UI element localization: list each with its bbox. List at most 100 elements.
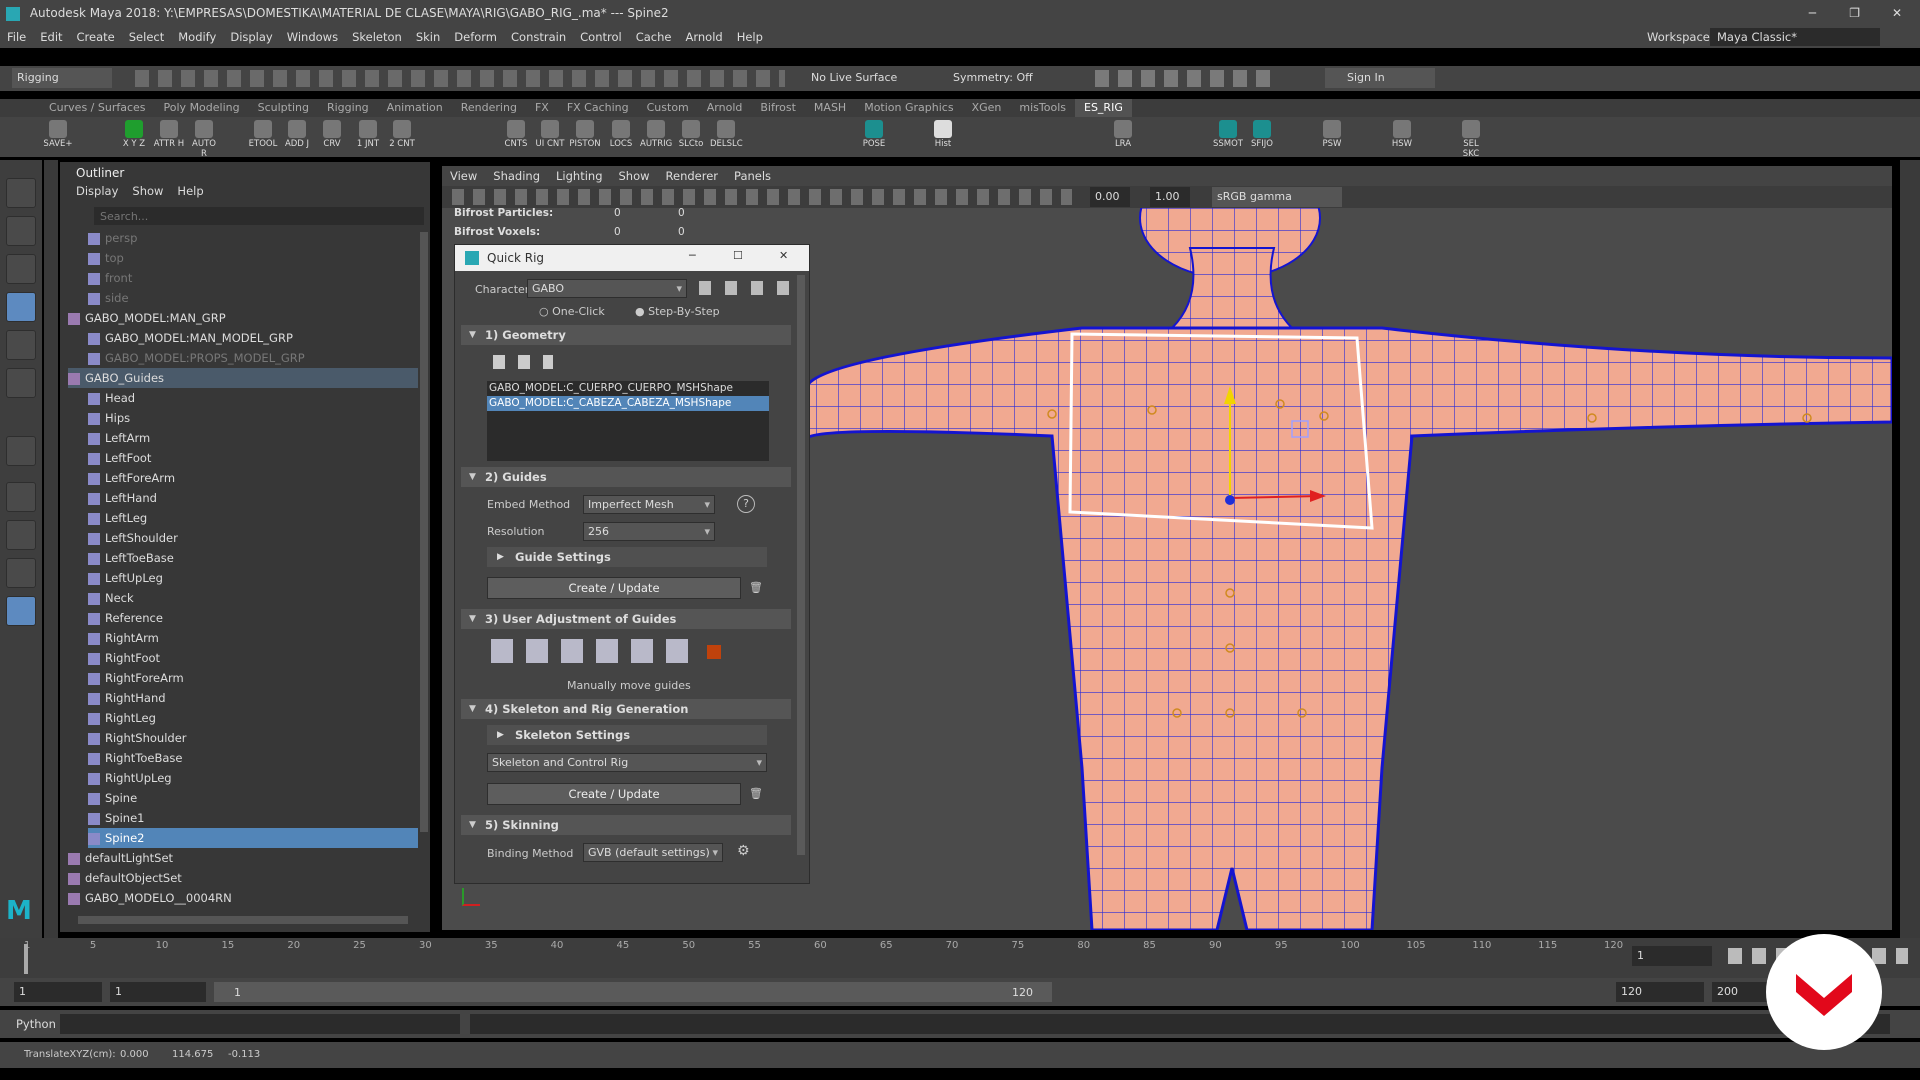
layout-four-icon[interactable] xyxy=(6,520,36,550)
tool-settings-strip[interactable] xyxy=(44,160,58,940)
shelf-button[interactable]: SSMOT xyxy=(1212,119,1244,155)
resolution-select[interactable]: 256 xyxy=(583,522,715,541)
shelf-button[interactable]: 1 JNT xyxy=(352,119,384,155)
menu-cache[interactable]: Cache xyxy=(629,26,679,48)
shelf-button[interactable]: AUTRIG xyxy=(640,119,672,155)
shelf-tab[interactable]: Arnold xyxy=(698,99,752,117)
section-user-adjustment[interactable]: 3) User Adjustment of Guides xyxy=(461,609,791,629)
outliner-row[interactable]: Neck xyxy=(88,588,418,608)
maximize-button[interactable]: ❐ xyxy=(1849,0,1860,26)
create-update-guides-button[interactable]: Create / Update xyxy=(487,577,741,599)
delete-guides-icon[interactable]: 🗑 xyxy=(749,581,763,594)
outliner-row[interactable]: Reference xyxy=(88,608,418,628)
current-frame-marker[interactable] xyxy=(24,944,28,974)
geometry-list[interactable]: GABO_MODEL:C_CUERPO_CUERPO_MSHShape GABO… xyxy=(487,381,769,461)
scale-tool-icon[interactable] xyxy=(6,368,36,398)
outliner-row[interactable]: GABO_MODELO__0004RN xyxy=(68,888,418,908)
guide-settings-expander[interactable]: Guide Settings xyxy=(487,547,767,567)
shelf-tab[interactable]: XGen xyxy=(963,99,1011,117)
layout-single-icon[interactable] xyxy=(6,482,36,512)
gamma-field[interactable]: 1.00 xyxy=(1150,187,1190,207)
start-time-field[interactable]: 1 xyxy=(14,982,102,1002)
guide-color-swatch[interactable] xyxy=(707,645,721,659)
panel-menu-lighting[interactable]: Lighting xyxy=(548,166,610,186)
help-icon[interactable]: ? xyxy=(737,495,755,513)
time-slider[interactable]: 1510152025303540455055606570758085909510… xyxy=(0,938,1920,978)
quick-rig-maximize[interactable]: ☐ xyxy=(733,249,743,262)
shelf-button[interactable]: Hist xyxy=(927,119,959,155)
menu-constrain[interactable]: Constrain xyxy=(504,26,573,48)
outliner-scrollbar[interactable] xyxy=(420,232,428,832)
outliner-row[interactable]: persp xyxy=(88,228,418,248)
mode-one-click[interactable]: ○ One-Click xyxy=(539,305,605,318)
outliner-row[interactable]: LeftUpLeg xyxy=(88,568,418,588)
shelf-tab[interactable]: MASH xyxy=(805,99,855,117)
shelf-tab[interactable]: Bifrost xyxy=(751,99,805,117)
shelf-tab[interactable]: FX xyxy=(526,99,558,117)
current-frame-field[interactable]: 1 xyxy=(1632,946,1712,966)
shelf-button[interactable]: LRA xyxy=(1107,119,1139,155)
shelf-tab[interactable]: FX Caching xyxy=(558,99,638,117)
outliner-row[interactable]: Head xyxy=(88,388,418,408)
layout-two-icon[interactable] xyxy=(6,558,36,588)
menu-deform[interactable]: Deform xyxy=(447,26,504,48)
move-tool-icon[interactable] xyxy=(6,292,36,322)
section-skeleton-rig[interactable]: 4) Skeleton and Rig Generation xyxy=(461,699,791,719)
outliner-row[interactable]: LeftFoot xyxy=(88,448,418,468)
outliner-row[interactable]: LeftLeg xyxy=(88,508,418,528)
menuset-select[interactable]: Rigging xyxy=(12,68,112,88)
section-skinning[interactable]: 5) Skinning xyxy=(461,815,791,835)
close-button[interactable]: ✕ xyxy=(1892,0,1902,26)
outliner-row[interactable]: Spine1 xyxy=(88,808,418,828)
shelf-tab[interactable]: Rendering xyxy=(452,99,526,117)
shelf-button[interactable]: CRV xyxy=(316,119,348,155)
outliner-row[interactable]: top xyxy=(88,248,418,268)
shelf-tab[interactable]: misTools xyxy=(1010,99,1075,117)
outliner-row[interactable]: LeftArm xyxy=(88,428,418,448)
outliner-row[interactable]: RightLeg xyxy=(88,708,418,728)
workspace-select[interactable]: Maya Classic* xyxy=(1710,28,1880,46)
shelf-button[interactable]: X Y Z xyxy=(118,119,150,155)
menu-control[interactable]: Control xyxy=(573,26,629,48)
shelf-button[interactable]: POSE xyxy=(858,119,890,155)
shelf-button[interactable]: DELSLC xyxy=(710,119,743,155)
skeleton-settings-expander[interactable]: Skeleton Settings xyxy=(487,725,767,745)
outliner-row[interactable]: RightHand xyxy=(88,688,418,708)
panel-menu-renderer[interactable]: Renderer xyxy=(658,166,727,186)
shelf-button[interactable]: UI CNT xyxy=(534,119,566,155)
shelf-button[interactable]: ETOOL xyxy=(247,119,279,155)
menu-skin[interactable]: Skin xyxy=(409,26,447,48)
skeleton-type-select[interactable]: Skeleton and Control Rig xyxy=(487,753,767,772)
outliner-row[interactable]: defaultObjectSet xyxy=(68,868,418,888)
range-slider-bar[interactable] xyxy=(214,982,1052,1002)
shelf-button[interactable]: 2 CNT xyxy=(386,119,418,155)
character-select[interactable]: GABO xyxy=(527,279,687,298)
geometry-tool-icons[interactable] xyxy=(493,355,553,369)
menu-display[interactable]: Display xyxy=(223,26,279,48)
command-input[interactable] xyxy=(60,1014,460,1034)
menu-skeleton[interactable]: Skeleton xyxy=(345,26,409,48)
character-tool-icons[interactable] xyxy=(699,281,791,295)
shelf-button[interactable]: ADD J xyxy=(281,119,313,155)
shelf-button[interactable]: SFIJO xyxy=(1246,119,1278,155)
exposure-field[interactable]: 0.00 xyxy=(1090,187,1130,207)
shelf-button[interactable]: PSW xyxy=(1316,119,1348,155)
outliner-row[interactable]: side xyxy=(88,288,418,308)
outliner-hscrollbar[interactable] xyxy=(78,916,408,924)
outliner-menu-display[interactable]: Display xyxy=(76,184,118,198)
colorspace-select[interactable]: sRGB gamma xyxy=(1212,187,1342,207)
delete-rig-icon[interactable]: 🗑 xyxy=(749,787,763,800)
minimize-button[interactable]: ─ xyxy=(1809,0,1816,26)
menu-create[interactable]: Create xyxy=(70,26,122,48)
playback-start-field[interactable]: 1 xyxy=(110,982,206,1002)
panel-menu-view[interactable]: View xyxy=(442,166,485,186)
quick-rig-minimize[interactable]: ─ xyxy=(689,249,696,262)
create-update-rig-button[interactable]: Create / Update xyxy=(487,783,741,805)
mode-step-by-step[interactable]: ● Step-By-Step xyxy=(635,305,720,318)
shelf-button[interactable]: SLCto xyxy=(675,119,707,155)
guide-adjust-icons[interactable] xyxy=(491,639,691,663)
outliner-row[interactable]: RightUpLeg xyxy=(88,768,418,788)
menu-modify[interactable]: Modify xyxy=(171,26,223,48)
menu-file[interactable]: File xyxy=(0,26,33,48)
binding-settings-gear-icon[interactable]: ⚙ xyxy=(737,843,750,859)
